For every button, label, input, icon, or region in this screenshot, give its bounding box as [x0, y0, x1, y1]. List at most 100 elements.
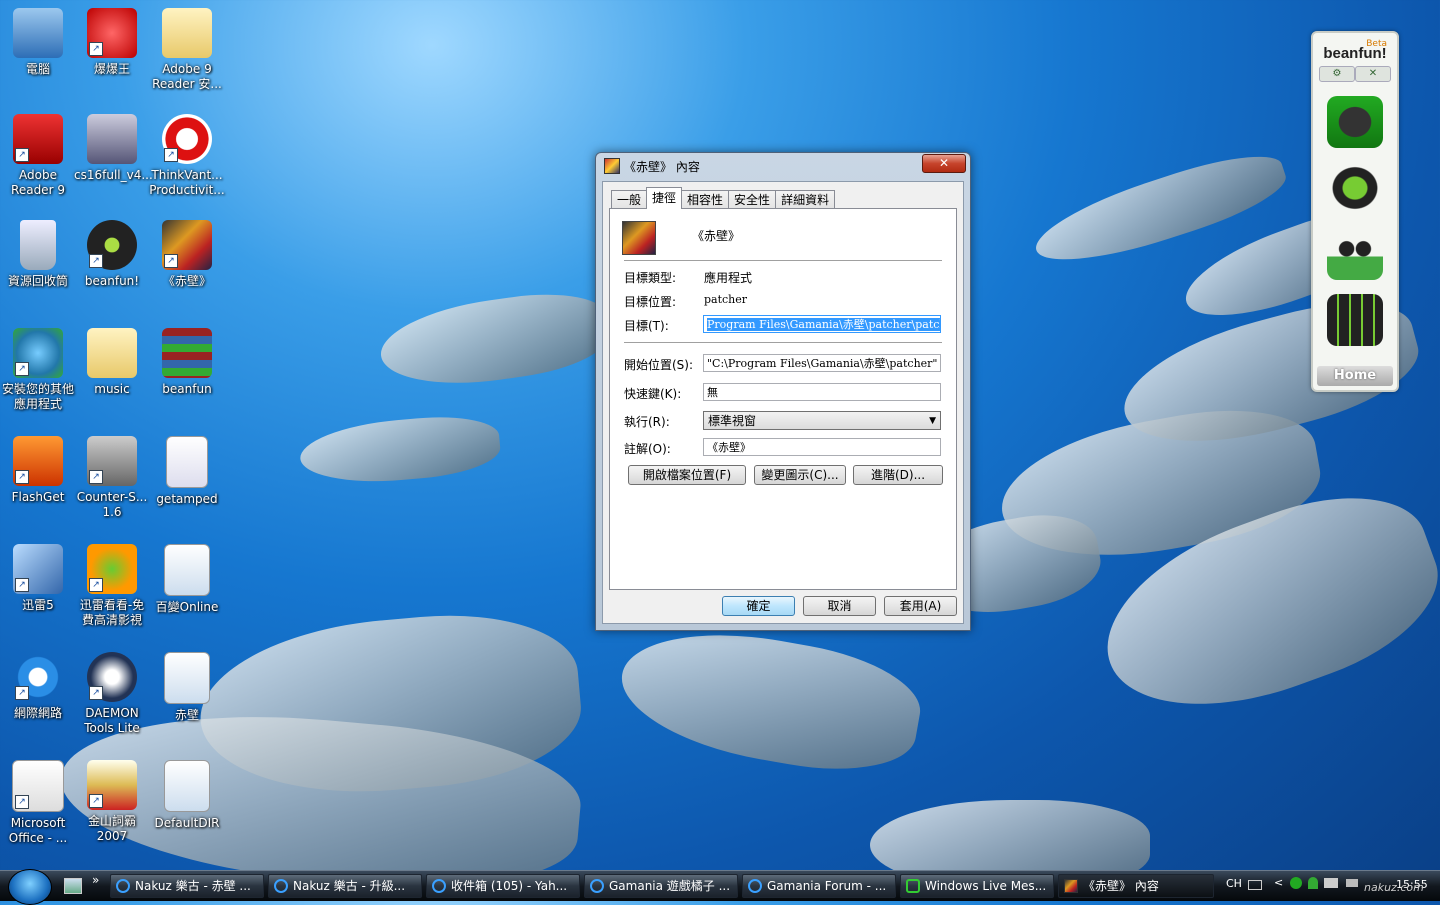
desktop-icon-baibian-online[interactable]: 百變Online	[149, 544, 225, 615]
taskbar-button[interactable]: 收件箱 (105) - Yah...	[426, 874, 580, 898]
quicklaunch-more-icon[interactable]: »	[92, 873, 99, 887]
close-button[interactable]: ✕	[922, 154, 966, 173]
internet-explorer-icon	[590, 879, 604, 893]
gamepad-icon[interactable]	[1327, 96, 1383, 148]
divider	[624, 342, 942, 343]
registry-file-icon	[164, 544, 210, 596]
taskbar-button[interactable]: Windows Live Mes...	[900, 874, 1054, 898]
desktop-icon-baobaowang[interactable]: ↗ 爆爆王	[74, 8, 150, 77]
target-location-value: patcher	[704, 293, 748, 306]
shortcut-arrow-icon: ↗	[89, 42, 103, 56]
network-icon[interactable]	[1324, 878, 1338, 888]
shortcut-tab-panel: 《赤壁》 目標類型: 應用程式 目標位置: patcher 目標(T): Pro…	[609, 208, 957, 590]
tab-general[interactable]: 一般	[611, 190, 648, 209]
desktop-icon-defaultdir[interactable]: DefaultDIR	[149, 760, 225, 831]
apply-button[interactable]: 套用(A)	[884, 596, 957, 616]
shortcut-arrow-icon: ↗	[164, 148, 178, 162]
open-file-location-button[interactable]: 開啟檔案位置(F)	[628, 465, 746, 485]
desktop-icon-xunlei5[interactable]: ↗ 迅雷5	[0, 544, 76, 613]
desktop-icon-adobe-installer[interactable]: Adobe 9 Reader 安...	[149, 8, 225, 92]
shortcut-arrow-icon: ↗	[15, 470, 29, 484]
hotkey-input[interactable]: 無	[703, 383, 941, 401]
shortcut-arrow-icon: ↗	[89, 254, 103, 268]
friends-icon[interactable]	[1327, 228, 1383, 280]
messenger-tray-icon[interactable]	[1308, 877, 1318, 889]
desktop-icon-install-programs[interactable]: ↗ 安裝您的其他應用程式	[0, 328, 76, 412]
desktop-icon-computer[interactable]: 電腦	[0, 8, 76, 77]
taskbar-button[interactable]: Gamania Forum - ...	[742, 874, 896, 898]
desktop-icon-xunlei-kankan[interactable]: ↗ 迅雷看看-免費高清影視	[74, 544, 150, 628]
taskbar-button-label: Gamania Forum - ...	[767, 879, 887, 893]
flashget-icon: ↗	[13, 436, 63, 486]
desktop-icon-thinkvantage[interactable]: ↗ ThinkVant... Productivit...	[149, 114, 225, 198]
change-icon-button[interactable]: 變更圖示(C)...	[754, 465, 846, 485]
tray-chevron-icon[interactable]: <	[1274, 876, 1283, 889]
desktop-icon-recycle-bin[interactable]: 資源回收筒	[0, 220, 76, 289]
tab-security[interactable]: 安全性	[728, 190, 777, 209]
taskbar-button-label: 《赤壁》 內容	[1083, 879, 1159, 893]
desktop-icon-label: 迅雷看看-免費高清影視	[79, 598, 145, 627]
volume-icon[interactable]	[1346, 879, 1358, 887]
shortcut-arrow-icon: ↗	[15, 686, 29, 700]
desktop-icon-flashget[interactable]: ↗ FlashGet	[0, 436, 76, 505]
keyboard-icon[interactable]	[1248, 880, 1262, 890]
beanfun-widget: Beta beanfun! ⚙ ✕ Home	[1311, 31, 1399, 392]
desktop-icon-beanfun-shortcut[interactable]: ↗ beanfun!	[74, 220, 150, 289]
advanced-button[interactable]: 進階(D)...	[853, 465, 943, 485]
chibi-app-icon	[622, 221, 656, 255]
beanfun-icon: ↗	[87, 220, 137, 270]
installer-icon	[87, 114, 137, 164]
adobe-reader-icon: ↗	[13, 114, 63, 164]
desktop-icon-label: Microsoft Office - ...	[8, 816, 68, 845]
desktop-icon-chibi-reg[interactable]: 赤壁	[149, 652, 225, 723]
desktop-icon-internet[interactable]: ↗ 網際網路	[0, 652, 76, 721]
close-icon[interactable]: ✕	[1355, 66, 1391, 82]
run-select[interactable]: 標準視窗 ▼	[703, 411, 941, 430]
desktop-icon-cs16[interactable]: cs16full_v4...	[74, 114, 153, 183]
desktop-icon-daemon-tools[interactable]: ↗ DAEMON Tools Lite	[74, 652, 150, 736]
hotkey-label: 快速鍵(K):	[624, 387, 682, 401]
taskbar-button-label: Gamania 遊戲橘子 ...	[609, 879, 731, 893]
beanfun-tray-icon[interactable]	[1290, 877, 1302, 889]
show-desktop-icon[interactable]	[64, 878, 82, 894]
desktop-icon-getamped[interactable]: getamped	[149, 436, 225, 507]
taskbar-button-active[interactable]: 《赤壁》 內容	[1058, 874, 1214, 898]
chibi-game-icon: ↗	[162, 220, 212, 270]
winrar-archive-icon	[162, 328, 212, 378]
tab-compatibility[interactable]: 相容性	[681, 190, 730, 209]
ok-button[interactable]: 確定	[722, 596, 795, 616]
desktop-icon-chibi-shortcut[interactable]: ↗ 《赤壁》	[149, 220, 225, 289]
calendar-icon[interactable]	[1327, 294, 1383, 346]
start-in-input[interactable]: "C:\Program Files\Gamania\赤壁\patcher"	[703, 354, 941, 372]
comment-input[interactable]: 《赤壁》	[703, 438, 941, 456]
desktop-icon-kingsoft-dict[interactable]: ↗ 金山詞霸 2007	[74, 760, 150, 844]
tab-details[interactable]: 詳細資料	[775, 190, 836, 209]
desktop-icon-label: beanfun	[162, 382, 212, 396]
shortcut-arrow-icon: ↗	[89, 794, 103, 808]
folder-icon	[87, 328, 137, 378]
desktop-icon-counter-strike[interactable]: ↗ Counter-S... 1.6	[74, 436, 150, 520]
globe-shield-icon: ↗	[13, 328, 63, 378]
internet-explorer-icon	[116, 879, 130, 893]
home-button[interactable]: Home	[1317, 366, 1393, 386]
taskbar-button-label: Nakuz 樂古 - 赤壁 ...	[135, 879, 251, 893]
desktop-icon-beanfun-archive[interactable]: beanfun	[149, 328, 225, 397]
desktop-icon-adobe-reader[interactable]: ↗ Adobe Reader 9	[0, 114, 76, 198]
shortcut-properties-dialog: 《赤壁》 內容 ✕ 一般 捷徑 相容性 安全性 詳細資料 《赤壁》 目標類型: …	[595, 152, 971, 631]
target-input[interactable]: Program Files\Gamania\赤壁\patcher\patcher…	[703, 315, 941, 333]
tab-shortcut[interactable]: 捷徑	[646, 187, 683, 209]
taskbar-button[interactable]: Gamania 遊戲橘子 ...	[584, 874, 738, 898]
taskbar-button[interactable]: Nakuz 樂古 - 升級...	[268, 874, 422, 898]
folder-icon	[162, 8, 212, 58]
dialog-titlebar[interactable]: 《赤壁》 內容 ✕	[596, 153, 970, 177]
g-coin-icon[interactable]	[1327, 162, 1383, 214]
shortcut-arrow-icon: ↗	[89, 686, 103, 700]
desktop-icon-label: 網際網路	[13, 706, 62, 720]
desktop-icon-ms-office[interactable]: ↗ Microsoft Office - ...	[0, 760, 76, 846]
taskbar-button[interactable]: Nakuz 樂古 - 赤壁 ...	[110, 874, 264, 898]
desktop-icon-label: 百變Online	[155, 600, 219, 614]
language-indicator[interactable]: CH	[1226, 877, 1242, 890]
desktop-icon-music[interactable]: music	[74, 328, 150, 397]
settings-icon[interactable]: ⚙	[1319, 66, 1355, 82]
cancel-button[interactable]: 取消	[803, 596, 876, 616]
